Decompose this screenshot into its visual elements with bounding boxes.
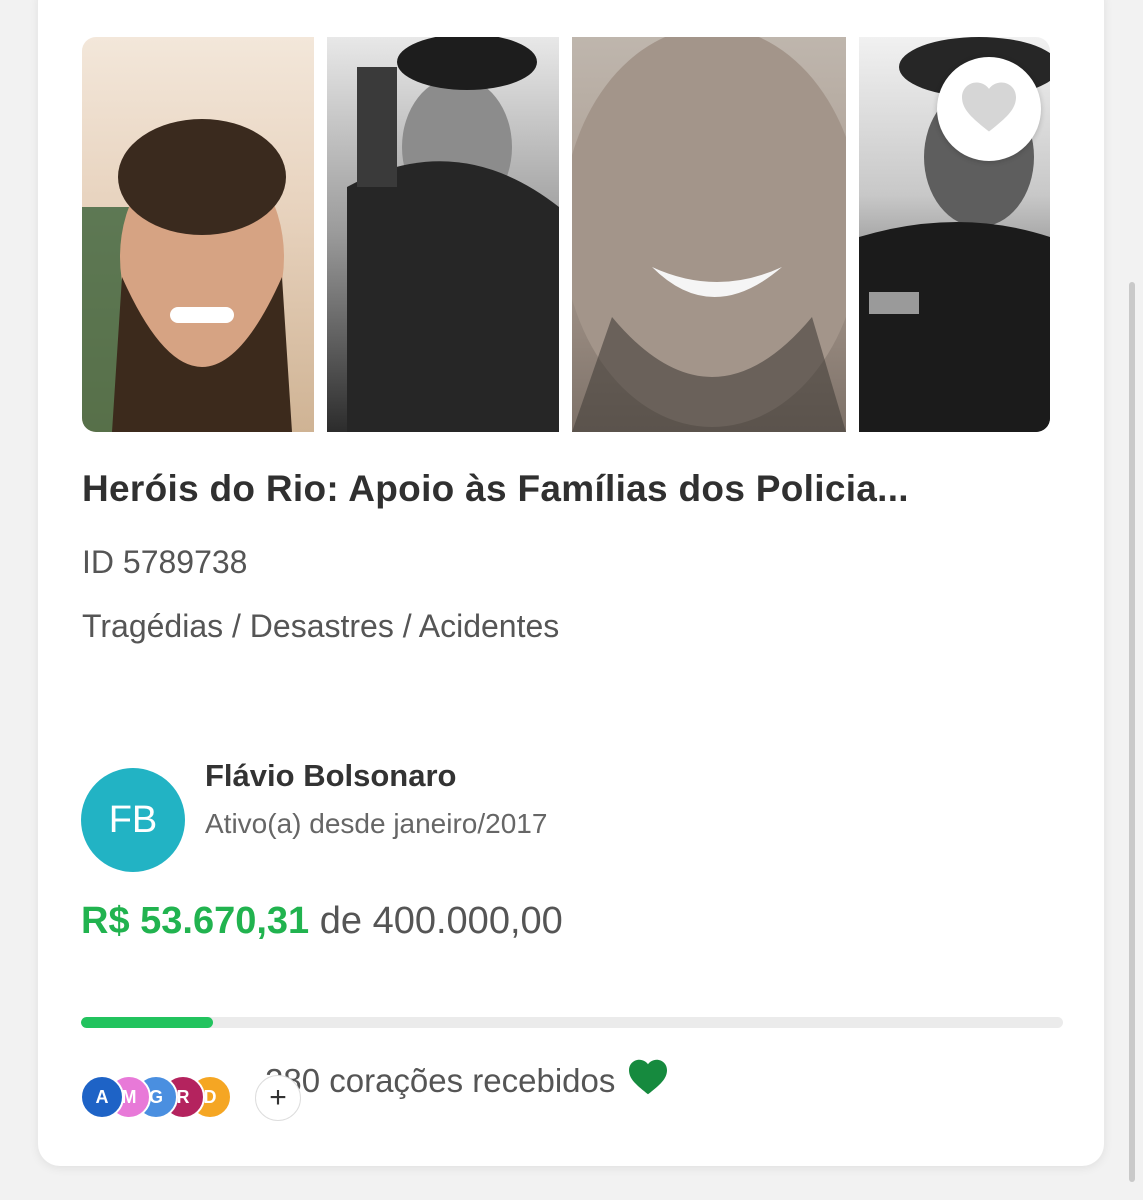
hearts-received: 280 corações recebidos	[265, 1058, 669, 1104]
amount-raised: R$ 53.670,31	[81, 900, 310, 942]
page-scrollbar[interactable]	[1129, 282, 1135, 1182]
funding-progress-bar	[81, 1017, 1063, 1028]
campaign-card[interactable]: Heróis do Rio: Apoio às Famílias dos Pol…	[38, 0, 1104, 1166]
funding-amounts: R$ 53.670,31 de 400.000,00	[81, 900, 563, 943]
author-name[interactable]: Flávio Bolsonaro	[205, 758, 456, 794]
amount-goal: 400.000,00	[372, 900, 563, 942]
green-heart-icon	[627, 1058, 669, 1104]
author-since: Ativo(a) desde janeiro/2017	[205, 808, 548, 839]
hearts-received-label: 280 corações recebidos	[265, 1062, 616, 1099]
more-supporters-button[interactable]: +	[255, 1075, 301, 1121]
heart-icon	[959, 80, 1019, 139]
funding-progress-fill	[81, 1017, 213, 1028]
favorite-button[interactable]	[937, 57, 1041, 161]
photo-1	[82, 37, 314, 432]
campaign-id: ID 5789738	[82, 544, 248, 580]
campaign-category[interactable]: Tragédias / Desastres / Acidentes	[82, 608, 559, 645]
photo-3	[572, 37, 846, 432]
photo-2	[327, 37, 559, 432]
author-avatar[interactable]: FB	[81, 768, 185, 872]
amount-separator: de	[319, 900, 363, 942]
supporter-avatar[interactable]: A	[80, 1075, 124, 1119]
campaign-title[interactable]: Heróis do Rio: Apoio às Famílias dos Pol…	[82, 468, 1062, 510]
photo-gallery[interactable]	[82, 37, 1050, 432]
